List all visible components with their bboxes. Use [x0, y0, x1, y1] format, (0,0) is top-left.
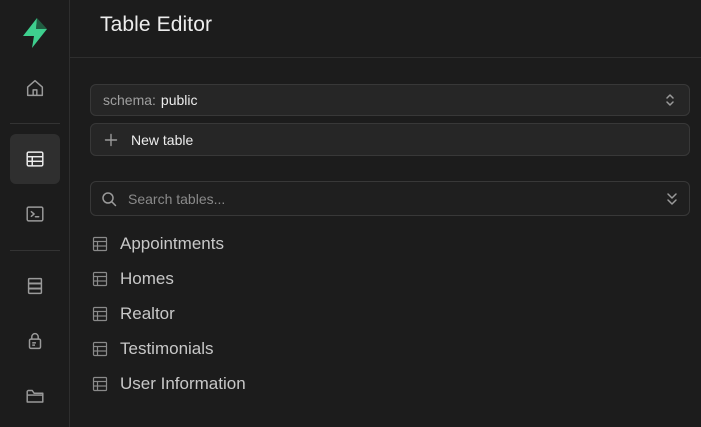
- sidebar-divider: [10, 123, 60, 124]
- table-list: Appointments Homes Realtor Testimonials …: [90, 226, 688, 401]
- schema-value: public: [160, 92, 198, 108]
- table-icon: [92, 376, 108, 391]
- folder-icon: [26, 389, 44, 403]
- sidebar-rail: [0, 0, 70, 427]
- database-icon: [27, 277, 43, 295]
- sidebar-item-database[interactable]: [10, 261, 60, 311]
- search-tables-box: [90, 181, 690, 216]
- table-name: Homes: [120, 268, 174, 288]
- main-panel: Table Editor schema: public New table Se…: [70, 0, 701, 427]
- chevrons-collapse-icon[interactable]: [665, 191, 679, 207]
- table-name: User Information: [120, 373, 246, 393]
- list-item[interactable]: User Information: [90, 366, 688, 401]
- list-item[interactable]: Homes: [90, 261, 688, 296]
- sidebar-item-table-editor[interactable]: [10, 134, 60, 184]
- table-icon: [92, 236, 108, 251]
- table-icon: [26, 151, 44, 167]
- sidebar-item-storage[interactable]: [10, 371, 60, 421]
- supabase-logo-icon[interactable]: [18, 16, 52, 50]
- table-icon: [92, 341, 108, 356]
- search-icon: [102, 191, 117, 206]
- search-tables-input[interactable]: [126, 189, 689, 208]
- table-icon: [92, 306, 108, 321]
- terminal-icon: [26, 206, 44, 222]
- plus-icon: [104, 133, 118, 146]
- table-name: Realtor: [120, 303, 175, 323]
- new-table-button[interactable]: New table: [90, 123, 690, 156]
- page-title: Table Editor: [100, 13, 213, 36]
- lock-icon: [28, 333, 42, 350]
- list-item[interactable]: Appointments: [90, 226, 688, 261]
- sidebar-item-sql-editor[interactable]: [10, 189, 60, 239]
- sidebar-divider: [10, 250, 60, 251]
- sidebar-item-home[interactable]: [10, 63, 60, 113]
- schema-selector[interactable]: schema: public: [90, 84, 690, 116]
- table-icon: [92, 271, 108, 286]
- chevron-up-down-icon: [666, 94, 674, 106]
- table-name: Testimonials: [120, 338, 214, 358]
- sidebar-item-authentication[interactable]: [10, 316, 60, 366]
- schema-label: schema:: [103, 92, 156, 108]
- page-header: Table Editor: [70, 0, 701, 58]
- table-name: Appointments: [120, 233, 224, 253]
- home-icon: [26, 79, 44, 97]
- new-table-label: New table: [131, 131, 194, 148]
- list-item[interactable]: Testimonials: [90, 331, 688, 366]
- list-item[interactable]: Realtor: [90, 296, 688, 331]
